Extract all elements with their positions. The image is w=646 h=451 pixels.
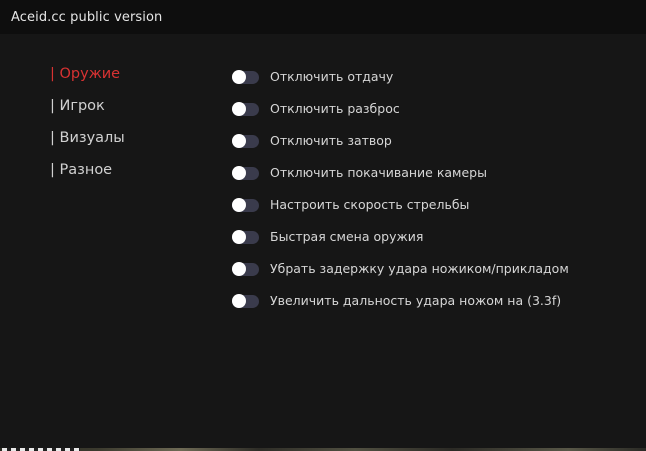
options-list: Отключить отдачу Отключить разброс Отклю…: [232, 68, 569, 324]
nav-item-misc[interactable]: | Разное: [50, 162, 125, 194]
option-label: Увеличить дальность удара ножом на (3.3f…: [270, 293, 562, 308]
toggle-switch[interactable]: [232, 262, 259, 276]
toggle-switch[interactable]: [232, 166, 259, 180]
option-disable-recoil[interactable]: Отключить отдачу: [232, 68, 569, 100]
option-remove-melee-delay[interactable]: Убрать задержку удара ножиком/прикладом: [232, 260, 569, 292]
toggle-switch[interactable]: [232, 198, 259, 212]
toggle-knob: [232, 70, 246, 84]
option-disable-spread[interactable]: Отключить разброс: [232, 100, 569, 132]
option-disable-camera-sway[interactable]: Отключить покачивание камеры: [232, 164, 569, 196]
option-label: Отключить разброс: [270, 101, 400, 116]
toggle-knob: [232, 198, 246, 212]
title-bar: Aceid.cc public version: [0, 0, 646, 34]
option-label: Отключить отдачу: [270, 69, 394, 84]
nav-item-weapons[interactable]: | Оружие: [50, 66, 125, 98]
option-fire-rate[interactable]: Настроить скорость стрельбы: [232, 196, 569, 228]
toggle-knob: [232, 166, 246, 180]
toggle-switch[interactable]: [232, 294, 259, 308]
toggle-knob: [232, 262, 246, 276]
category-nav: | Оружие | Игрок | Визуалы | Разное: [50, 66, 125, 194]
toggle-switch[interactable]: [232, 134, 259, 148]
toggle-switch[interactable]: [232, 70, 259, 84]
option-knife-range[interactable]: Увеличить дальность удара ножом на (3.3f…: [232, 292, 569, 324]
toggle-switch[interactable]: [232, 102, 259, 116]
option-label: Отключить покачивание камеры: [270, 165, 487, 180]
window-title: Aceid.cc public version: [11, 10, 163, 25]
toggle-switch[interactable]: [232, 230, 259, 244]
toggle-knob: [232, 102, 246, 116]
nav-item-visuals[interactable]: | Визуалы: [50, 130, 125, 162]
option-label: Отключить затвор: [270, 133, 392, 148]
nav-item-player[interactable]: | Игрок: [50, 98, 125, 130]
option-label: Убрать задержку удара ножиком/прикладом: [270, 261, 569, 276]
option-label: Настроить скорость стрельбы: [270, 197, 470, 212]
option-label: Быстрая смена оружия: [270, 229, 424, 244]
option-fast-weapon-switch[interactable]: Быстрая смена оружия: [232, 228, 569, 260]
toggle-knob: [232, 294, 246, 308]
option-disable-bolt[interactable]: Отключить затвор: [232, 132, 569, 164]
toggle-knob: [232, 134, 246, 148]
toggle-knob: [232, 230, 246, 244]
